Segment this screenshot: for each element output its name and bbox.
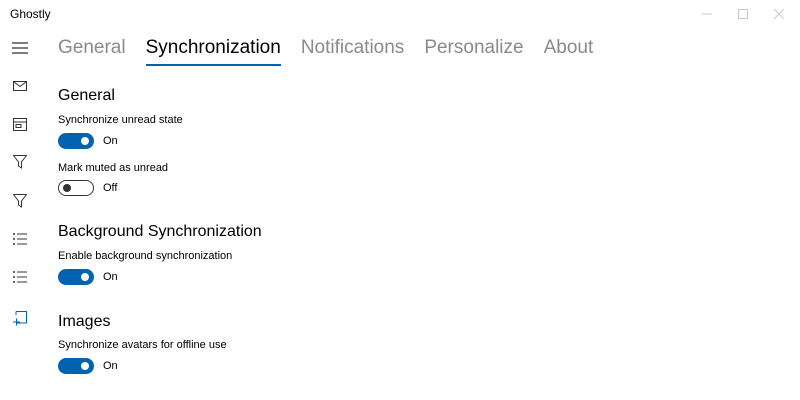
mail-icon: [13, 81, 27, 91]
settings-page-icon: [13, 310, 27, 325]
hamburger-icon: [12, 42, 28, 54]
navigation-rail: [0, 30, 40, 400]
app-window: Ghostly General Synchronization Notifica…: [0, 0, 800, 400]
rail-item-list-2[interactable]: [4, 261, 36, 293]
inbox-icon: [13, 117, 27, 131]
filter-icon: [13, 155, 27, 169]
toggle-knob: [81, 137, 89, 145]
filter-icon: [13, 194, 27, 208]
toggle-knob: [81, 273, 89, 281]
rail-item-list-1[interactable]: [4, 223, 36, 255]
toggle-state-label: On: [103, 271, 118, 283]
app-title: Ghostly: [10, 7, 51, 21]
avatars-toggle[interactable]: [58, 358, 94, 374]
rail-item-settings[interactable]: [4, 302, 36, 334]
toggle-knob: [81, 362, 89, 370]
setting-background-sync: On: [58, 269, 118, 285]
setting-label-background-sync: Enable background synchronization: [58, 250, 233, 262]
list-icon: [13, 233, 27, 245]
rail-item-inbox[interactable]: [4, 108, 36, 140]
setting-avatars: On: [58, 358, 118, 374]
setting-label-sync-unread: Synchronize unread state: [58, 114, 183, 126]
sync-unread-toggle[interactable]: [58, 133, 94, 149]
setting-mark-muted: Off: [58, 180, 117, 196]
toggle-knob: [63, 183, 71, 192]
settings-content: General Synchronize unread state On Mark…: [58, 0, 778, 400]
setting-sync-unread: On: [58, 133, 118, 149]
hamburger-menu-button[interactable]: [4, 32, 36, 64]
toggle-state-label: On: [103, 360, 118, 372]
setting-label-mark-muted: Mark muted as unread: [58, 162, 169, 174]
section-title-general: General: [58, 87, 115, 104]
setting-label-avatars: Synchronize avatars for offline use: [58, 339, 227, 351]
list-icon: [13, 271, 27, 283]
rail-item-filter-2[interactable]: [4, 185, 36, 217]
section-title-background: Background Synchronization: [58, 223, 262, 240]
rail-item-filter-1[interactable]: [4, 146, 36, 178]
rail-item-mail[interactable]: [4, 70, 36, 102]
background-sync-toggle[interactable]: [58, 269, 94, 285]
section-title-images: Images: [58, 313, 111, 330]
toggle-state-label: Off: [103, 182, 118, 194]
toggle-state-label: On: [103, 135, 118, 147]
mark-muted-toggle[interactable]: [58, 180, 94, 196]
